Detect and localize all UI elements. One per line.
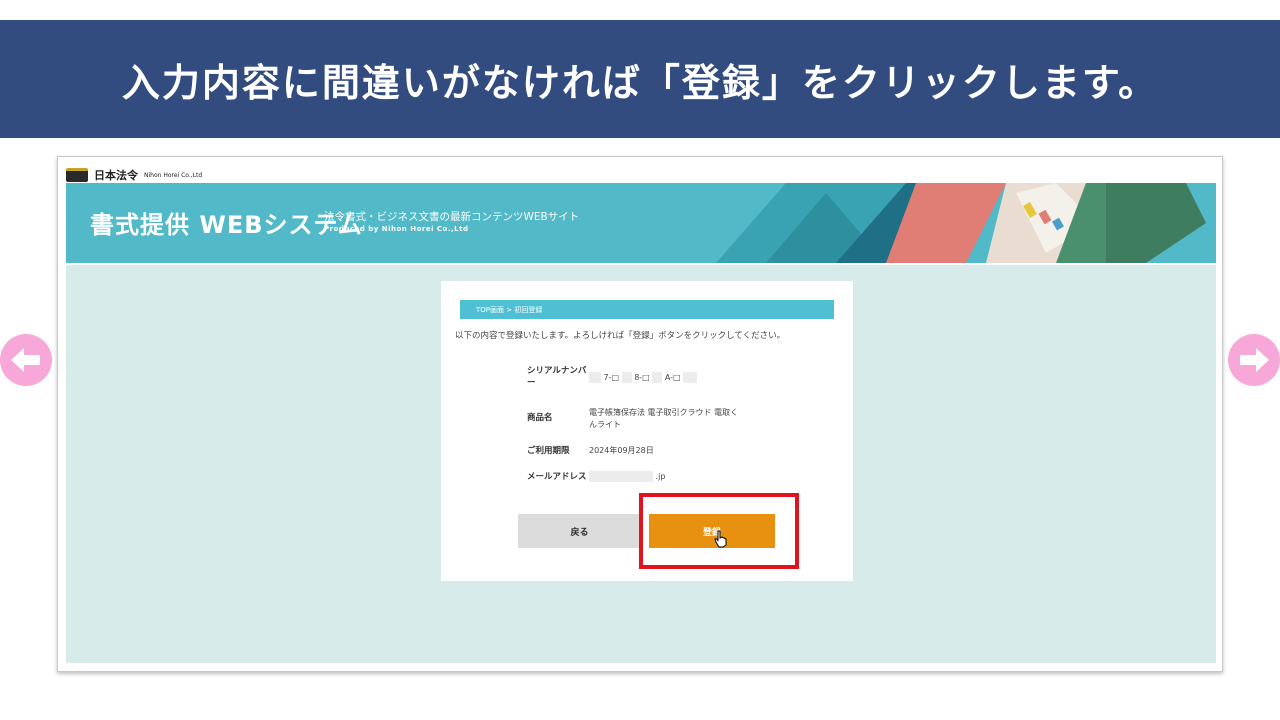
back-button[interactable]: 戻る <box>518 514 641 548</box>
serial-label: シリアルナンバー <box>527 366 587 389</box>
expiry-value: 2024年09月28日 <box>589 446 654 456</box>
serial-part-3: A-□ <box>664 372 681 382</box>
product-value: 電子帳簿保存法 電子取引クラウド 電取くんライト <box>589 408 739 429</box>
email-label: メールアドレス <box>527 472 587 482</box>
serial-part-2: 8-□ <box>634 372 650 382</box>
site-subtitle: 法令書式・ビジネス文書の最新コンテンツWEBサイト <box>324 211 580 223</box>
redacted-block <box>621 371 632 383</box>
hand-cursor-icon <box>714 530 727 548</box>
confirmation-message: 以下の内容で登録いたします。よろしければ「登録」ボタンをクリックしてください。 <box>455 331 786 341</box>
email-value: .jp <box>589 471 739 483</box>
next-slide-button[interactable] <box>1228 334 1280 386</box>
header-illustration <box>716 183 1206 263</box>
site-header: 書式提供 WEBシステム 法令書式・ビジネス文書の最新コンテンツWEBサイト P… <box>66 183 1216 263</box>
email-row: メールアドレス .jp <box>527 471 739 483</box>
expiry-label: ご利用期限 <box>527 446 570 456</box>
logo-en-text: Nihon Horei Co.,Ltd <box>144 171 203 179</box>
prev-slide-button[interactable] <box>0 334 52 386</box>
product-row: 商品名 電子帳簿保存法 電子取引クラウド 電取くんライト <box>527 407 739 430</box>
redacted-block <box>652 371 663 383</box>
logo-jp-text: 日本法令 <box>94 169 138 182</box>
arrow-right-icon <box>1240 348 1269 372</box>
instruction-banner: 入力内容に間違いがなければ「登録」をクリックします。 <box>0 20 1280 138</box>
site-produced-by: Produced by Nihon Horei Co.,Ltd <box>324 225 469 233</box>
breadcrumb: TOP画面 > 初回登録 <box>460 300 834 319</box>
serial-row: シリアルナンバー 7-□ 8-□ A-□ <box>527 365 739 390</box>
product-label: 商品名 <box>527 413 553 424</box>
redacted-block <box>589 471 653 483</box>
instruction-title: 入力内容に間違いがなければ「登録」をクリックします。 <box>121 60 1159 105</box>
redacted-block <box>589 371 601 383</box>
redacted-block <box>683 371 698 383</box>
logo-mark-icon <box>66 168 88 182</box>
arrow-left-icon <box>11 348 40 372</box>
site-title: 書式提供 WEBシステム <box>90 211 363 239</box>
company-logo: 日本法令 Nihon Horei Co.,Ltd <box>66 165 202 185</box>
expiry-row: ご利用期限 2024年09月28日 <box>527 445 739 457</box>
email-suffix: .jp <box>655 472 666 482</box>
screenshot-frame: 日本法令 Nihon Horei Co.,Ltd 書式提供 WEBシステム 法令… <box>57 156 1223 672</box>
serial-part-1: 7-□ <box>603 372 620 382</box>
serial-value: 7-□ 8-□ A-□ <box>589 371 739 384</box>
